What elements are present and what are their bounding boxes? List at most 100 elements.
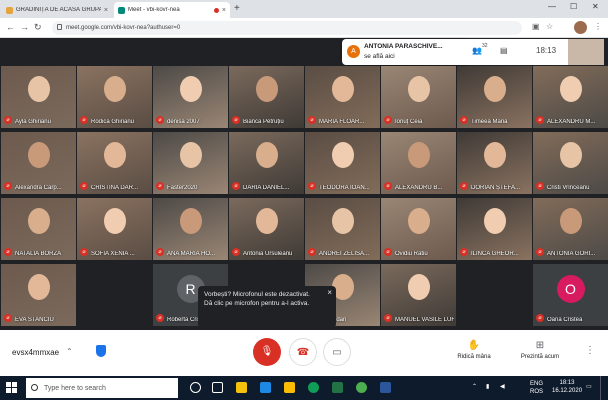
language-indicator[interactable]: ENG ROS [530, 380, 543, 396]
participant-tile[interactable]: ⌀ Ionuț Ceia [381, 66, 456, 128]
chrome-icon[interactable] [308, 382, 319, 393]
participant-tile[interactable]: ⌀ MARIA FLOAR... [305, 66, 380, 128]
leave-call-button[interactable]: ☎ [289, 338, 317, 366]
participant-face [331, 76, 354, 102]
muted-mic-icon: ⌀ [4, 248, 12, 256]
participant-tile[interactable]: ⌀ ALEXANDRU B... [381, 132, 456, 194]
store-icon[interactable] [260, 382, 271, 393]
participant-name: MANUEL VASILE LUHA [395, 317, 454, 323]
participant-tile[interactable]: ⌀ MANUEL VASILE LUHA [381, 264, 456, 326]
recording-dot-icon [213, 7, 219, 13]
close-window-icon[interactable]: ✕ [592, 2, 599, 11]
participant-joined-notification: A ANTONIA PARASCHIVE... se află aici [342, 39, 468, 65]
word-icon[interactable] [380, 382, 391, 393]
windows-start-icon[interactable] [6, 382, 17, 393]
participant-tile[interactable]: ⌀ SOFIA XENIA ... [77, 198, 152, 260]
participant-tile[interactable]: ⌀ Antonia Ursuleanu [229, 198, 304, 260]
participant-name: ALEXANDRU B... [395, 185, 443, 191]
participant-face [179, 142, 202, 168]
tab-close-icon[interactable]: × [222, 7, 226, 14]
cortana-icon[interactable] [190, 382, 201, 393]
participant-name: ALEXANDRU M... [547, 119, 596, 125]
tooltip-close-icon[interactable]: × [327, 288, 332, 297]
participant-tile[interactable]: ⌀ TEODORA IOAN... [305, 132, 380, 194]
participant-tile[interactable]: ⌀ ANTONIA GORI... [533, 198, 608, 260]
participant-face [179, 76, 202, 102]
participant-tile[interactable]: O ⌀ Oana Cristea [533, 264, 608, 326]
participant-name: Ovidiu Ratiu [395, 251, 428, 257]
participant-name: EVA STANCIU [15, 317, 54, 323]
lang-top: ENG [530, 381, 544, 387]
taskbar-clock[interactable]: 18:13 16.12.2020 [552, 379, 582, 395]
minimize-icon[interactable]: — [548, 2, 556, 11]
self-view-thumbnail[interactable] [568, 39, 604, 65]
browser-menu-icon[interactable]: ⋮ [594, 22, 602, 31]
participant-tile[interactable]: ⌀ NATALIA BORZA [1, 198, 76, 260]
more-options-icon[interactable]: ⋮ [585, 345, 595, 356]
people-icon[interactable]: 👥 [472, 46, 482, 55]
participant-tile[interactable]: ⌀ Bianca Petruțiu [229, 66, 304, 128]
file-explorer-icon[interactable] [236, 382, 247, 393]
participant-tile[interactable]: ⌀ Ayla Ghirianu [1, 66, 76, 128]
present-now-button[interactable]: ⊞ Prezintă acum [510, 340, 570, 360]
back-icon[interactable]: ← [6, 22, 15, 32]
raise-hand-button[interactable]: ✋ Ridică mâna [444, 340, 504, 360]
chrome-active-icon[interactable] [356, 382, 367, 393]
shield-icon[interactable] [96, 345, 106, 357]
task-view-icon[interactable] [212, 382, 223, 393]
tab-meet[interactable]: Meet - vbi-kovr-nea × [114, 2, 230, 18]
participant-name: Oana Cristea [547, 317, 583, 323]
participant-tile[interactable]: ⌀ ALEXANDRU M... [533, 66, 608, 128]
participant-tile[interactable]: ⌀ DARIA DANIEL... [229, 132, 304, 194]
participant-tile[interactable]: ⌀ CRISTINA DAR... [77, 132, 152, 194]
camera-permission-icon[interactable]: ▣ [532, 22, 540, 31]
network-icon[interactable]: ▮ [486, 383, 489, 390]
chat-icon[interactable]: ▤ [500, 46, 508, 55]
url-input[interactable]: meet.google.com/vbi-kovr-nea?authuser=0 [52, 21, 522, 35]
participant-tile[interactable]: ⌀ Ovidiu Ratiu [381, 198, 456, 260]
participant-tile[interactable]: ⌀ Timeea Maria [457, 66, 532, 128]
tooltip-line-2: Dă clic pe microfon pentru a-l activa. [204, 300, 310, 307]
participant-name: Antonia Ursuleanu [243, 251, 293, 257]
participant-tile[interactable]: ⌀ ANDREI ZELISA... [305, 198, 380, 260]
folder-icon[interactable] [284, 382, 295, 393]
reload-icon[interactable]: ↻ [34, 22, 42, 33]
tray-chevron-icon[interactable]: ⌃ [472, 383, 477, 390]
chevron-up-icon[interactable]: ⌃ [66, 347, 73, 356]
participant-tile[interactable]: ⌀ Rodica Ghirianu [77, 66, 152, 128]
taskbar-search-input[interactable]: Type here to search [26, 378, 178, 398]
participant-tile[interactable]: ⌀ ILINCA GHEOR... [457, 198, 532, 260]
maximize-icon[interactable]: ☐ [570, 2, 577, 11]
participant-face [559, 208, 582, 234]
notifications-icon[interactable]: ▭ [586, 383, 592, 390]
participant-name: NATALIA BORZA [15, 251, 62, 257]
participant-name: CRISTINA DAR... [91, 185, 139, 191]
meeting-code[interactable]: evsx4mmxae [12, 348, 59, 357]
microphone-toggle-button[interactable]: 🎙 [253, 338, 281, 366]
participant-tile[interactable]: ⌀ DORIAN ȘTEFA... [457, 132, 532, 194]
forward-icon[interactable]: → [20, 22, 29, 32]
profile-avatar[interactable] [574, 21, 587, 34]
participant-tile[interactable]: ⌀ Alexandra Carp... [1, 132, 76, 194]
participant-tile[interactable]: ⌀ denisa 2007 [153, 66, 228, 128]
participant-tile[interactable]: ⌀ Faster2020 [153, 132, 228, 194]
muted-mic-icon: ⌀ [308, 116, 316, 124]
participant-tile[interactable]: ⌀ Cristi Vrînceanu [533, 132, 608, 194]
volume-icon[interactable]: ◀ [500, 383, 505, 390]
participant-name: DORIAN ȘTEFA... [471, 185, 521, 191]
tab-close-icon[interactable]: × [104, 7, 108, 14]
show-desktop-button[interactable] [600, 376, 601, 400]
new-tab-button[interactable]: + [234, 3, 240, 14]
lock-icon [57, 24, 62, 30]
participant-tile[interactable]: ⌀ ANA MARIA HO... [153, 198, 228, 260]
participant-name: ANTONIA GORI... [547, 251, 596, 257]
camera-toggle-button[interactable]: ▭ [323, 338, 351, 366]
participant-name: Cristi Vrînceanu [547, 185, 590, 191]
excel-icon[interactable] [332, 382, 343, 393]
tab-gradinita[interactable]: GRĂDINIȚA DE ACASĂ GRUPA M... × [2, 2, 112, 18]
mic-off-icon: 🎙 [260, 346, 274, 357]
participant-face [407, 76, 430, 102]
participant-tile[interactable]: ⌀ EVA STANCIU [1, 264, 76, 326]
bookmark-star-icon[interactable]: ☆ [546, 22, 553, 31]
clock-time: 18:13 [559, 380, 575, 386]
